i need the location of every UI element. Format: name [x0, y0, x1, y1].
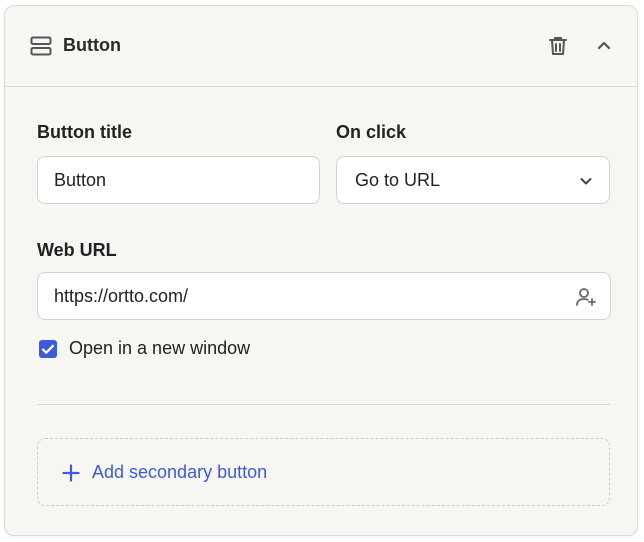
on-click-select[interactable]: Go to URL	[336, 156, 610, 204]
open-new-window-label: Open in a new window	[69, 338, 251, 358]
web-url-input[interactable]: https://ortto.com/	[37, 272, 611, 320]
add-person-icon[interactable]	[574, 285, 598, 309]
chevron-down-icon	[580, 178, 592, 185]
add-secondary-button[interactable]: Add secondary button	[37, 438, 610, 506]
button-title-label: Button title	[37, 122, 132, 142]
web-url-value: https://ortto.com/	[54, 285, 189, 306]
button-title-input[interactable]: Button	[37, 156, 320, 204]
plus-icon	[62, 464, 80, 482]
chevron-up-icon[interactable]	[593, 35, 615, 57]
add-secondary-label: Add secondary button	[92, 462, 268, 482]
layout-rows-icon	[30, 36, 52, 56]
panel-header: Button	[5, 6, 637, 87]
checkmark-icon	[41, 344, 55, 354]
button-title-value: Button	[54, 169, 107, 190]
panel-title: Button	[63, 35, 121, 55]
open-new-window-checkbox[interactable]	[39, 340, 57, 358]
button-settings-panel: Button Button title Button On click Go t…	[4, 5, 638, 536]
on-click-label: On click	[336, 122, 407, 142]
web-url-label: Web URL	[37, 240, 117, 260]
divider	[37, 404, 610, 405]
trash-icon[interactable]	[546, 34, 570, 58]
on-click-value: Go to URL	[355, 169, 441, 190]
